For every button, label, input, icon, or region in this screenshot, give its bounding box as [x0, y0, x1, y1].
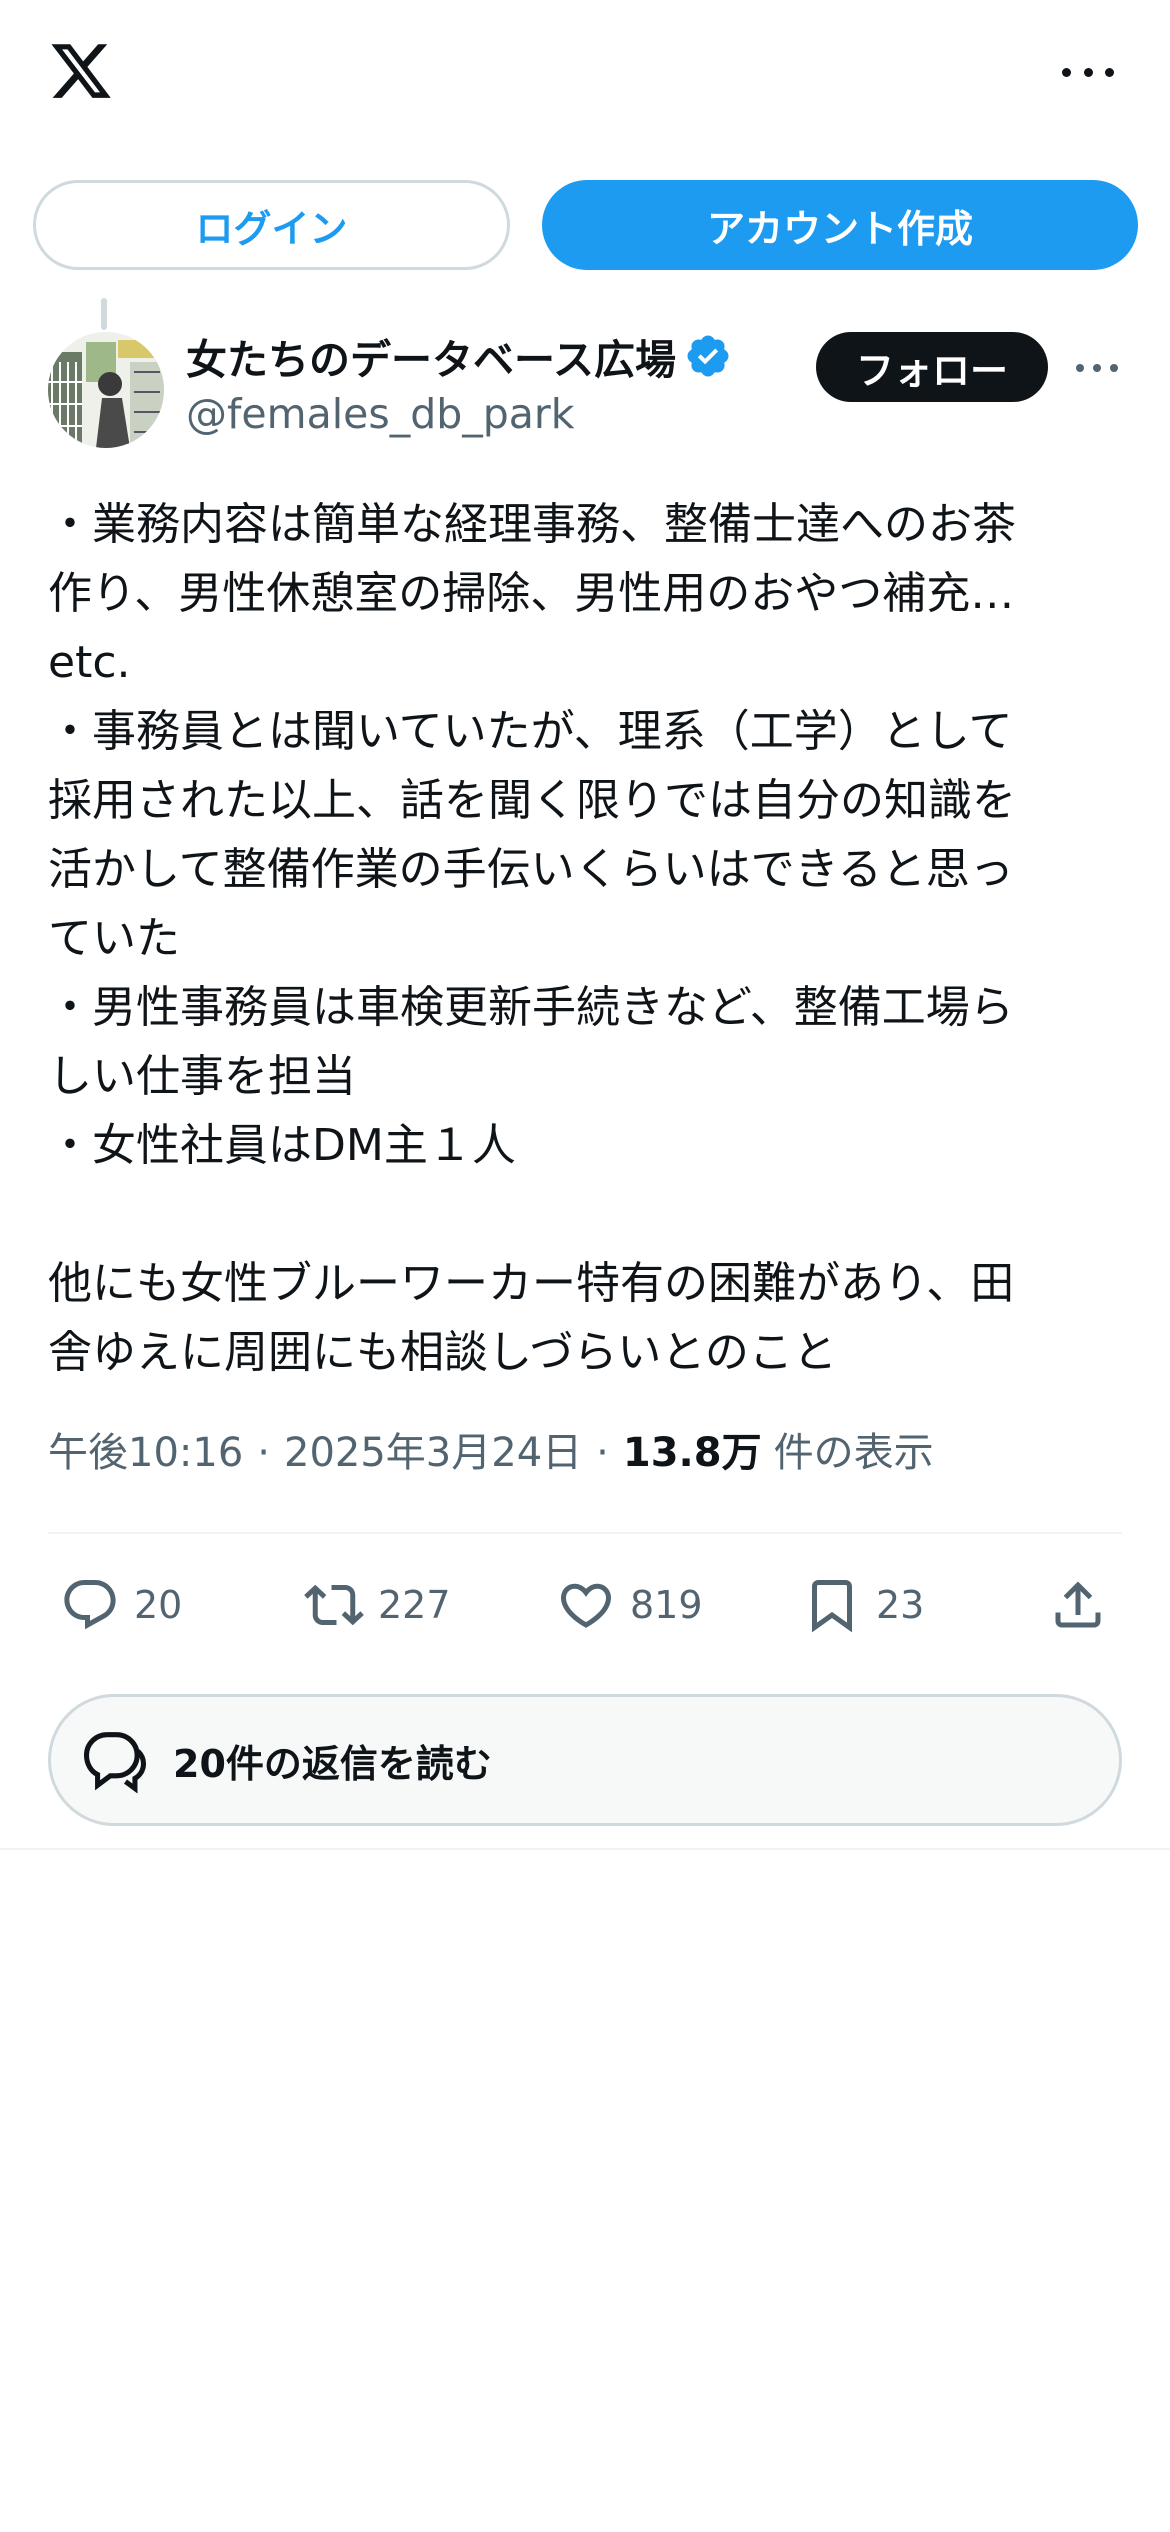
login-button[interactable]: ログイン	[33, 180, 510, 270]
post-text-line: しい仕事を担当	[48, 1051, 356, 1102]
reply-count: 20	[134, 1583, 183, 1627]
post-text-line	[48, 1180, 1122, 1249]
post-text-line: ていた	[48, 913, 180, 964]
signup-button[interactable]: アカウント作成	[542, 180, 1138, 270]
x-logo-icon[interactable]	[46, 38, 116, 104]
read-replies-label: 20件の返信を読む	[173, 1741, 492, 1786]
post-text-line: etc.	[48, 637, 131, 688]
like-count: 819	[630, 1583, 703, 1627]
post-time[interactable]: 午後10:16	[48, 1420, 243, 1478]
post-text-line: 採用された以上、話を聞く限りでは自分の知識を	[48, 775, 1016, 826]
top-bar	[0, 0, 1170, 150]
author-handle[interactable]: @females_db_park	[186, 390, 575, 438]
meta-separator: ·	[596, 1430, 609, 1476]
avatar[interactable]	[48, 332, 164, 448]
avatar-image	[48, 332, 164, 448]
post-meta: 午後10:16 · 2025年3月24日 · 13.8万 件の表示	[48, 1420, 934, 1478]
reply-icon	[64, 1580, 116, 1630]
author-name-row[interactable]: 女たちのデータベース広場	[186, 328, 732, 384]
repost-count: 227	[378, 1583, 451, 1627]
post-text-line: 舎ゆえに周囲にも相談しづらいとのこと	[48, 1327, 837, 1378]
divider	[0, 1848, 1170, 1850]
verified-badge-icon	[687, 335, 729, 377]
more-horizontal-icon[interactable]	[1060, 50, 1116, 94]
post-text-line: ・女性社員はDM主１人	[48, 1120, 516, 1171]
post-text-line: ・事務員とは聞いていたが、理系（工学）として	[48, 706, 1013, 757]
share-button[interactable]	[1048, 1570, 1108, 1640]
heart-icon	[560, 1583, 612, 1628]
repost-button[interactable]: 227	[304, 1570, 451, 1640]
post-text: ・業務内容は簡単な経理事務、整備士達へのお茶 作り、男性休憩室の掃除、男性用のお…	[48, 490, 1122, 1387]
share-icon	[1055, 1581, 1101, 1628]
conversation-icon	[83, 1732, 147, 1794]
like-button[interactable]: 819	[556, 1570, 703, 1640]
post-text-line: 作り、男性休憩室の掃除、男性用のおやつ補充…	[48, 568, 1015, 619]
repost-icon	[304, 1584, 364, 1626]
views-label: 件の表示	[773, 1430, 934, 1476]
post-text-line: ・業務内容は簡単な経理事務、整備士達へのお茶	[48, 499, 1016, 550]
bookmark-icon	[812, 1580, 852, 1633]
divider	[48, 1532, 1122, 1534]
bookmark-button[interactable]: 23	[802, 1570, 924, 1640]
views-count: 13.8万	[622, 1430, 762, 1476]
post-date[interactable]: 2025年3月24日	[284, 1420, 582, 1478]
post-more-icon[interactable]	[1076, 356, 1118, 380]
read-replies-button[interactable]: 20件の返信を読む	[48, 1694, 1122, 1826]
post-text-line: 活かして整備作業の手伝いくらいはできると思っ	[48, 844, 1014, 895]
meta-separator: ·	[257, 1430, 270, 1476]
post-text-line: ・男性事務員は車検更新手続きなど、整備工場ら	[48, 982, 1014, 1033]
display-name[interactable]: 女たちのデータベース広場	[186, 326, 676, 386]
bookmark-count: 23	[876, 1583, 925, 1627]
thread-line	[101, 298, 107, 330]
post-text-line: 他にも女性ブルーワーカー特有の困難があり、田	[48, 1258, 1015, 1309]
follow-button[interactable]: フォロー	[816, 332, 1048, 402]
reply-button[interactable]: 20	[60, 1570, 182, 1640]
